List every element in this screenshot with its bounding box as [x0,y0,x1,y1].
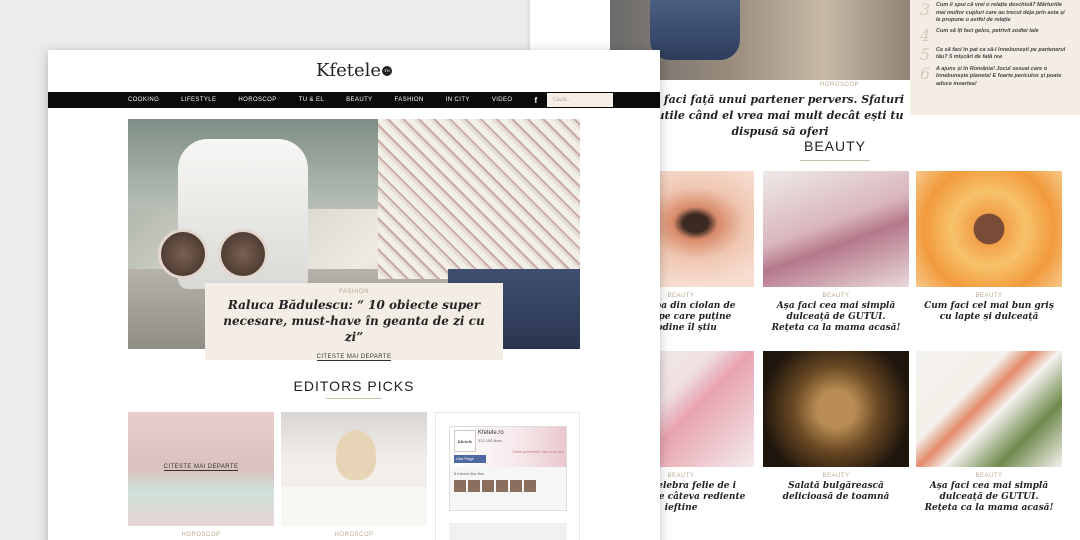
hero-article-title[interactable]: i faci față unui partener pervers. Sfatu… [640,92,920,140]
article-title[interactable]: Așa faci cea mai simplă dulceață de GUTU… [916,481,1062,514]
list-item[interactable]: 6 A ajuns și în România! Jocul sexual ca… [920,63,1070,89]
screenshot-stage: HOROSCOP i faci față unui partener perve… [0,0,1080,540]
facebook-friends-text: 8 friends like this [454,471,484,476]
list-item-number: 6 [920,63,931,83]
feature-sunglasses-lens [158,229,208,279]
list-item-text[interactable]: Cum îi spui că vrei o relație deschisă? … [936,2,1070,25]
beauty-section-title: BEAUTY [803,138,866,154]
pick-category-tag[interactable]: HOROSCOP [281,532,427,538]
avatar[interactable] [468,480,480,492]
pick-category-tag[interactable]: HOROSCOP [128,532,274,538]
read-more-link[interactable]: CITESTE MAI DEPARTE [128,464,274,471]
nav-item-lifestyle[interactable]: LIFESTYLE [181,97,216,103]
facebook-avatar[interactable]: Kfetele [454,430,476,452]
facebook-page-widget: Kfetele Kfetele.ro 332,150 likes Toate p… [435,412,580,540]
read-more-label[interactable]: CITESTE MAI DEPARTE [163,464,239,471]
logo-text: Kfetele [315,60,382,81]
facebook-friend-avatars [454,480,536,492]
article-card[interactable]: BEAUTY Așa faci cea mai simplă dulceață … [916,351,1062,514]
featured-article-title[interactable]: Raluca Bădulescu: “ 10 obiecte super nec… [205,297,503,345]
article-title[interactable]: Cum faci cel mai bun griș cu lapte și du… [916,301,1062,323]
article-tag[interactable]: BEAUTY [916,473,1062,479]
list-item-text[interactable]: A ajuns și în România! Jocul sexual care… [936,66,1070,89]
article-thumbnail[interactable] [916,351,1062,467]
nav-item-tu-el[interactable]: TU & EL [299,97,324,103]
pick-image-bed [281,487,427,526]
article-card[interactable]: BEAUTY Salată bulgărească delicioasă de … [763,351,909,503]
popular-articles-list: 3 Cum îi spui că vrei o relație deschisă… [910,0,1080,115]
list-item[interactable]: 4 Cum să îți faci gelos, petrivit zodiei… [920,25,1070,45]
avatar[interactable] [496,480,508,492]
feature-sunglasses-lens [218,229,268,279]
site-logo[interactable]: Kfetele ro [48,60,660,81]
list-item-number: 4 [920,25,931,45]
article-tag[interactable]: BEAUTY [916,293,1062,299]
editors-pick-card[interactable] [281,412,427,526]
front-page-preview: Kfetele ro COOKING LIFESTYLE HOROSCOP TU … [48,50,660,540]
avatar[interactable] [454,480,466,492]
section-divider [326,398,382,399]
nav-item-fashion[interactable]: FASHION [395,97,424,103]
search-input[interactable]: Caută... [547,93,614,107]
facebook-page-name[interactable]: Kfetele.ro [478,430,504,436]
nav-item-horoscop[interactable]: HOROSCOP [238,97,276,103]
facebook-page-box[interactable]: Kfetele Kfetele.ro 332,150 likes Toate p… [449,426,567,511]
section-divider [800,160,870,161]
facebook-like-count: 332,150 likes [478,438,502,443]
nav-item-cooking[interactable]: COOKING [128,97,159,103]
logo-badge: ro [382,66,393,76]
editors-pick-card[interactable]: CITESTE MAI DEPARTE [128,412,274,526]
read-more-link[interactable]: CITESTE MAI DEPARTE [316,354,392,361]
article-title[interactable]: Salată bulgărească delicioasă de toamnă [763,481,909,503]
article-card[interactable]: BEAUTY Cum faci cel mai bun griș cu lapt… [916,171,1062,323]
article-thumbnail[interactable] [763,351,909,467]
pick-image-person [336,430,376,480]
article-title[interactable]: Așa faci cea mai simplă dulceață de GUTU… [763,301,909,334]
article-tag[interactable]: BEAUTY [763,293,909,299]
editors-picks-title: EDITORS PICKS [293,378,415,394]
nav-item-in-city[interactable]: IN CITY [446,97,470,103]
nav-item-video[interactable]: VIDEO [492,97,513,103]
article-thumbnail[interactable] [763,171,909,287]
feature-blouse [378,119,580,279]
article-card[interactable]: BEAUTY Așa faci cea mai simplă dulceață … [763,171,909,334]
list-item-number: 5 [920,44,931,64]
hero-image-figure [650,0,740,60]
article-thumbnail[interactable] [916,171,1062,287]
list-item-text[interactable]: Cum să îți faci gelos, petrivit zodiei t… [936,28,1039,44]
featured-article-caption: FASHION Raluca Bădulescu: “ 10 obiecte s… [205,283,503,361]
facebook-icon[interactable]: f [534,96,537,105]
hero-category-tag[interactable]: HOROSCOP [820,82,859,88]
list-item-text[interactable]: Ce să faci în pat ca să-l înnebunești pe… [936,47,1070,63]
widget-placeholder [449,523,567,540]
avatar[interactable] [482,480,494,492]
list-item[interactable]: 3 Cum îi spui că vrei o relație deschisă… [920,2,1070,25]
list-item[interactable]: 5 Ce să faci în pat ca să-l înnebunești … [920,44,1070,64]
facebook-tagline: Toate prietenele tale sunt aici [512,449,564,454]
main-navigation: COOKING LIFESTYLE HOROSCOP TU & EL BEAUT… [48,92,660,108]
article-tag[interactable]: BEAUTY [763,473,909,479]
facebook-like-button[interactable]: Like Page [454,455,486,463]
nav-item-beauty[interactable]: BEAUTY [346,97,372,103]
list-item-number: 3 [920,0,931,19]
avatar[interactable] [524,480,536,492]
avatar[interactable] [510,480,522,492]
featured-category-tag[interactable]: FASHION [205,289,503,295]
